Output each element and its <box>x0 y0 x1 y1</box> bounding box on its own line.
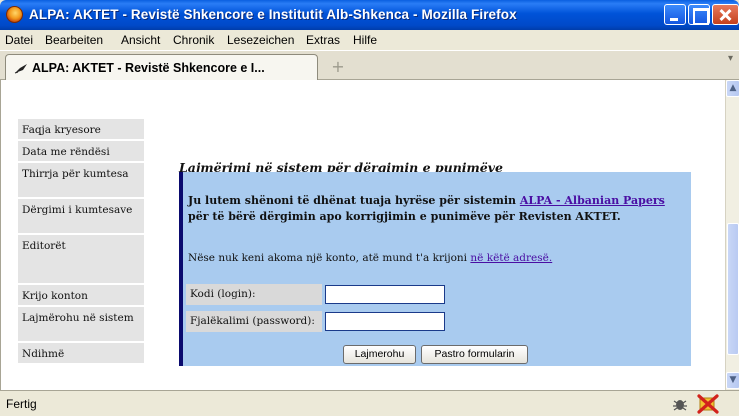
password-input[interactable] <box>325 312 445 331</box>
window-titlebar[interactable]: ALPA: AKTET - Revistë Shkencore e Instit… <box>0 0 739 30</box>
scroll-down-icon[interactable]: ▼ <box>726 372 739 389</box>
bug-icon[interactable] <box>672 397 688 411</box>
sidebar-item-dergimi[interactable]: Dërgimi i kumtesave <box>18 199 144 233</box>
menu-datei[interactable]: Datei <box>5 33 33 47</box>
menu-chronik[interactable]: Chronik <box>173 33 214 47</box>
sidebar-item-thirrja[interactable]: Thirrja për kumtesa <box>18 163 144 197</box>
sidebar-item-ndihme[interactable]: Ndihmë <box>18 343 144 363</box>
tab-bar: ALPA: AKTET - Revistë Shkencore e I... +… <box>0 50 739 81</box>
menu-ansicht[interactable]: Ansicht <box>121 33 160 47</box>
menu-extras[interactable]: Extras <box>306 33 340 47</box>
close-button[interactable] <box>712 4 739 25</box>
sidebar-item-krijo-konton[interactable]: Krijo konton <box>18 285 144 305</box>
tab-list-icon[interactable]: ▾ <box>728 53 739 79</box>
register-note: Nëse nuk keni akoma një konto, atë mund … <box>188 252 552 264</box>
vertical-scrollbar[interactable]: ▲ ▼ <box>725 80 739 390</box>
sidebar: Faqja kryesore Data me rëndësi Thirrja p… <box>18 119 144 379</box>
tab-active[interactable]: ALPA: AKTET - Revistë Shkencore e I... <box>5 54 318 81</box>
password-label: Fjalëkalimi (password): <box>186 311 322 332</box>
sidebar-item-data[interactable]: Data me rëndësi <box>18 141 144 161</box>
feather-icon <box>14 64 27 74</box>
login-button[interactable]: Lajmerohu <box>343 345 416 364</box>
intro-suffix: për të bërë dërgimin apo korrigjimin e p… <box>188 210 621 223</box>
intro-text: Ju lutem shënoni të dhënat tuaja hyrëse … <box>188 193 688 225</box>
tab-label: ALPA: AKTET - Revistë Shkencore e I... <box>32 61 265 75</box>
menu-lesezeichen[interactable]: Lesezeichen <box>227 33 294 47</box>
firefox-icon <box>6 6 23 23</box>
note-prefix: Nëse nuk keni akoma një konto, atë mund … <box>188 252 471 264</box>
scroll-thumb[interactable] <box>727 223 739 355</box>
menu-bar: Datei Bearbeiten Ansicht Chronik Lesezei… <box>0 30 739 50</box>
blocked-icon[interactable] <box>697 394 719 414</box>
login-label: Kodi (login): <box>186 284 322 305</box>
intro-prefix: Ju lutem shënoni të dhënat tuaja hyrëse … <box>188 194 520 207</box>
minimize-button[interactable] <box>664 4 686 25</box>
login-input[interactable] <box>325 285 445 304</box>
alpa-link[interactable]: ALPA - Albanian Papers <box>520 194 665 207</box>
register-link[interactable]: në këtë adresë. <box>470 252 552 264</box>
sidebar-item-lajmerohu[interactable]: Lajmërohu në sistem <box>18 307 144 341</box>
menu-bearbeiten[interactable]: Bearbeiten <box>45 33 103 47</box>
new-tab-button[interactable]: + <box>328 59 348 77</box>
scroll-up-icon[interactable]: ▲ <box>726 80 739 97</box>
reset-form-button[interactable]: Pastro formularin <box>421 345 528 364</box>
maximize-button[interactable] <box>688 4 710 25</box>
sidebar-item-editoret[interactable]: Editorët <box>18 235 144 283</box>
sidebar-item-faqja-kryesore[interactable]: Faqja kryesore <box>18 119 144 139</box>
status-bar: Fertig <box>0 390 739 416</box>
window-title: ALPA: AKTET - Revistë Shkencore e Instit… <box>29 7 517 22</box>
menu-hilfe[interactable]: Hilfe <box>353 33 377 47</box>
status-text: Fertig <box>6 397 37 411</box>
